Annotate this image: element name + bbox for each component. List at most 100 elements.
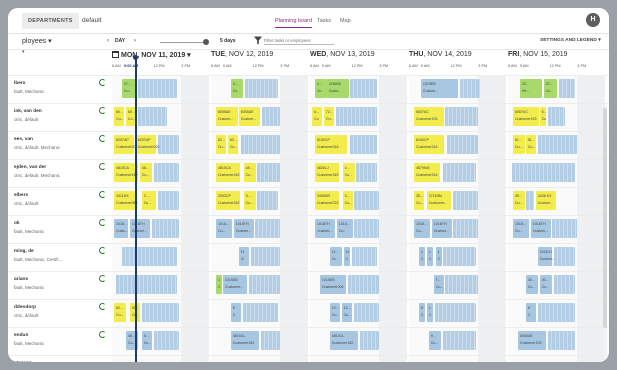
task-card[interactable]: 6257AP Customer200	[113, 135, 138, 154]
task-card[interactable]: 8C	[525, 303, 536, 322]
task-card[interactable]: 35... Cu...	[512, 191, 525, 210]
task-card[interactable]: 6055AE Customer193	[517, 331, 546, 350]
task-card[interactable]: 3438 KV Custom...	[535, 191, 556, 210]
task-card[interactable]: 4815CL Customer162	[329, 331, 358, 350]
employee-name[interactable]: ming, de	[14, 249, 34, 254]
task-card[interactable]: 6055AE Custom...	[238, 107, 261, 126]
task-card[interactable]: 1018TH Custom...	[129, 219, 150, 238]
task-card[interactable]: 9... Cu...	[428, 331, 441, 350]
task-card[interactable]: 48... Cu...	[139, 163, 152, 182]
task-card[interactable]: 1018... Custo...	[113, 219, 128, 238]
nav-map[interactable]: Map	[340, 15, 351, 27]
task-card[interactable]: 3466NR Customer222	[314, 191, 339, 210]
employee-name[interactable]: ddendorp	[14, 305, 36, 310]
task-card[interactable]: 1018TH Custom...	[530, 219, 551, 238]
task-card[interactable]: 2... Cu	[314, 79, 327, 98]
settings-and-legend-button[interactable]: SETTINGS AND LEGEND ▾	[540, 38, 601, 43]
task-card[interactable]: 3... Cu...	[141, 191, 156, 210]
task-card[interactable]: 6257AP Customer200	[135, 135, 159, 154]
task-card[interactable]: 8... Cu...	[141, 331, 152, 350]
filter-icon[interactable]	[254, 36, 262, 45]
task-card[interactable]: 60... Cu...	[113, 107, 124, 126]
task-card[interactable]: 37... Cu...	[121, 79, 136, 98]
task-card[interactable]: 6... Cu	[311, 107, 322, 126]
task-card[interactable]: 35... Cu...	[413, 191, 424, 210]
task-card[interactable]: 8C	[230, 303, 241, 322]
employee-name[interactable]: endun	[14, 333, 28, 338]
day-title[interactable]: MON, NOV 11, 2019 ▾	[112, 51, 191, 59]
employee-name[interactable]: ees, van	[14, 137, 33, 142]
task-card[interactable]: 1018TH Custom...	[314, 219, 335, 238]
task-card[interactable]: 6055AE Custom...	[215, 107, 238, 126]
task-card[interactable]: 61... Cu...	[512, 135, 525, 154]
scrollbar-thumb[interactable]	[603, 108, 607, 328]
task-card[interactable]: 1C	[435, 247, 442, 266]
task-card[interactable]: 1018... Cu...	[413, 219, 430, 238]
task-card[interactable]: 30... Cu...	[525, 275, 538, 294]
task-card[interactable]: 1015EB Customer...	[222, 275, 247, 294]
employees-dropdown[interactable]: ployees ▾	[22, 37, 52, 45]
employee-name[interactable]: ejden, van der	[14, 165, 46, 170]
task-card[interactable]: 6057AC Customer193	[512, 107, 539, 126]
employee-name[interactable]: lbers	[14, 81, 25, 86]
task-card[interactable]: 4879NM Customer316	[413, 163, 440, 182]
task-card[interactable]: 226845 Custo...	[326, 79, 349, 98]
next-arrow-icon[interactable]: ›	[134, 38, 136, 44]
task-card[interactable]: 62... Cu...	[215, 135, 226, 154]
task-card[interactable]: 1C	[426, 247, 433, 266]
employee-name[interactable]: ink, van den	[14, 109, 42, 114]
nav-planning-board[interactable]: Planning board	[275, 15, 313, 28]
employee-name[interactable]: arians	[14, 277, 28, 282]
task-card[interactable]: 6057AC Customer193	[413, 107, 444, 126]
task-card[interactable]: 8C	[418, 303, 425, 322]
nav-tasks[interactable]: Tasks	[317, 15, 331, 27]
calendar-icon[interactable]	[112, 51, 119, 58]
days-slider-handle[interactable]	[203, 39, 209, 45]
task-card[interactable]: 2593CP Customer162	[215, 191, 240, 210]
vertical-scrollbar[interactable]	[603, 106, 607, 356]
task-card[interactable]: 12... Cu...	[329, 303, 340, 322]
task-card[interactable]: 1018... Cu...	[336, 219, 353, 238]
task-card[interactable]: 11 C	[343, 247, 350, 266]
task-card[interactable]: 72... Cu...	[323, 107, 334, 126]
task-card[interactable]: 1151HJ Custom...	[537, 247, 555, 266]
user-avatar[interactable]: H	[586, 13, 600, 27]
task-card[interactable]: 6150CP Customer316	[413, 135, 444, 154]
task-card[interactable]: 4815CA Customer162	[215, 163, 240, 182]
task-card[interactable]: 1018TH Custom...	[431, 219, 452, 238]
task-card[interactable]: 6150CP Customer316	[314, 135, 347, 154]
task-card[interactable]: 22... He...	[519, 79, 542, 98]
task-card[interactable]: 1015EB Custom...	[420, 79, 459, 98]
sort-chevron-icon[interactable]: ▾	[22, 49, 25, 55]
task-card[interactable]: 61... Cu...	[525, 135, 536, 154]
days-slider-track[interactable]	[160, 42, 208, 43]
task-card[interactable]: 82... Cu...	[113, 303, 126, 322]
task-card[interactable]: 4... Cu...	[342, 163, 355, 182]
task-card[interactable]: 1018TH Custom...	[233, 219, 254, 238]
task-card[interactable]: 1015EB Customer006	[319, 275, 346, 294]
task-card[interactable]: 48... Cu...	[243, 163, 256, 182]
task-card[interactable]: 12... Cu...	[341, 303, 352, 322]
task-card[interactable]: 3411HX Customer050	[113, 191, 138, 210]
task-card[interactable]: T... Cu...	[433, 275, 444, 294]
task-card[interactable]: 4815CL Customer162	[230, 331, 259, 350]
task-card[interactable]: 1018... Cu...	[512, 219, 529, 238]
task-card[interactable]: 3... Cu	[230, 79, 243, 98]
task-card[interactable]: 4826LJ Customer349	[314, 163, 339, 182]
task-card[interactable]: 1C	[215, 275, 222, 294]
employee-name[interactable]: elbers	[14, 193, 28, 198]
employee-name[interactable]: ok	[14, 221, 20, 226]
task-card[interactable]: 3... Cu...	[243, 191, 256, 210]
task-card[interactable]: 11... Cu	[329, 247, 342, 266]
task-card[interactable]: 11 Cl	[238, 247, 249, 266]
task-card[interactable]: 30... Cu...	[539, 275, 552, 294]
task-card[interactable]: 3... Cu...	[342, 191, 353, 210]
filter-input[interactable]	[264, 36, 334, 45]
task-card[interactable]: 6... Cu	[539, 107, 547, 126]
view-mode-day[interactable]: DAY	[115, 38, 125, 44]
task-card[interactable]: 1018... Cu...	[215, 219, 232, 238]
departments-button[interactable]: DEPARTMENTS	[22, 13, 79, 29]
task-card[interactable]: 22... Cu...	[543, 79, 558, 98]
task-card[interactable]: 1C	[426, 303, 433, 322]
task-card[interactable]: 62... Cu...	[227, 135, 238, 154]
